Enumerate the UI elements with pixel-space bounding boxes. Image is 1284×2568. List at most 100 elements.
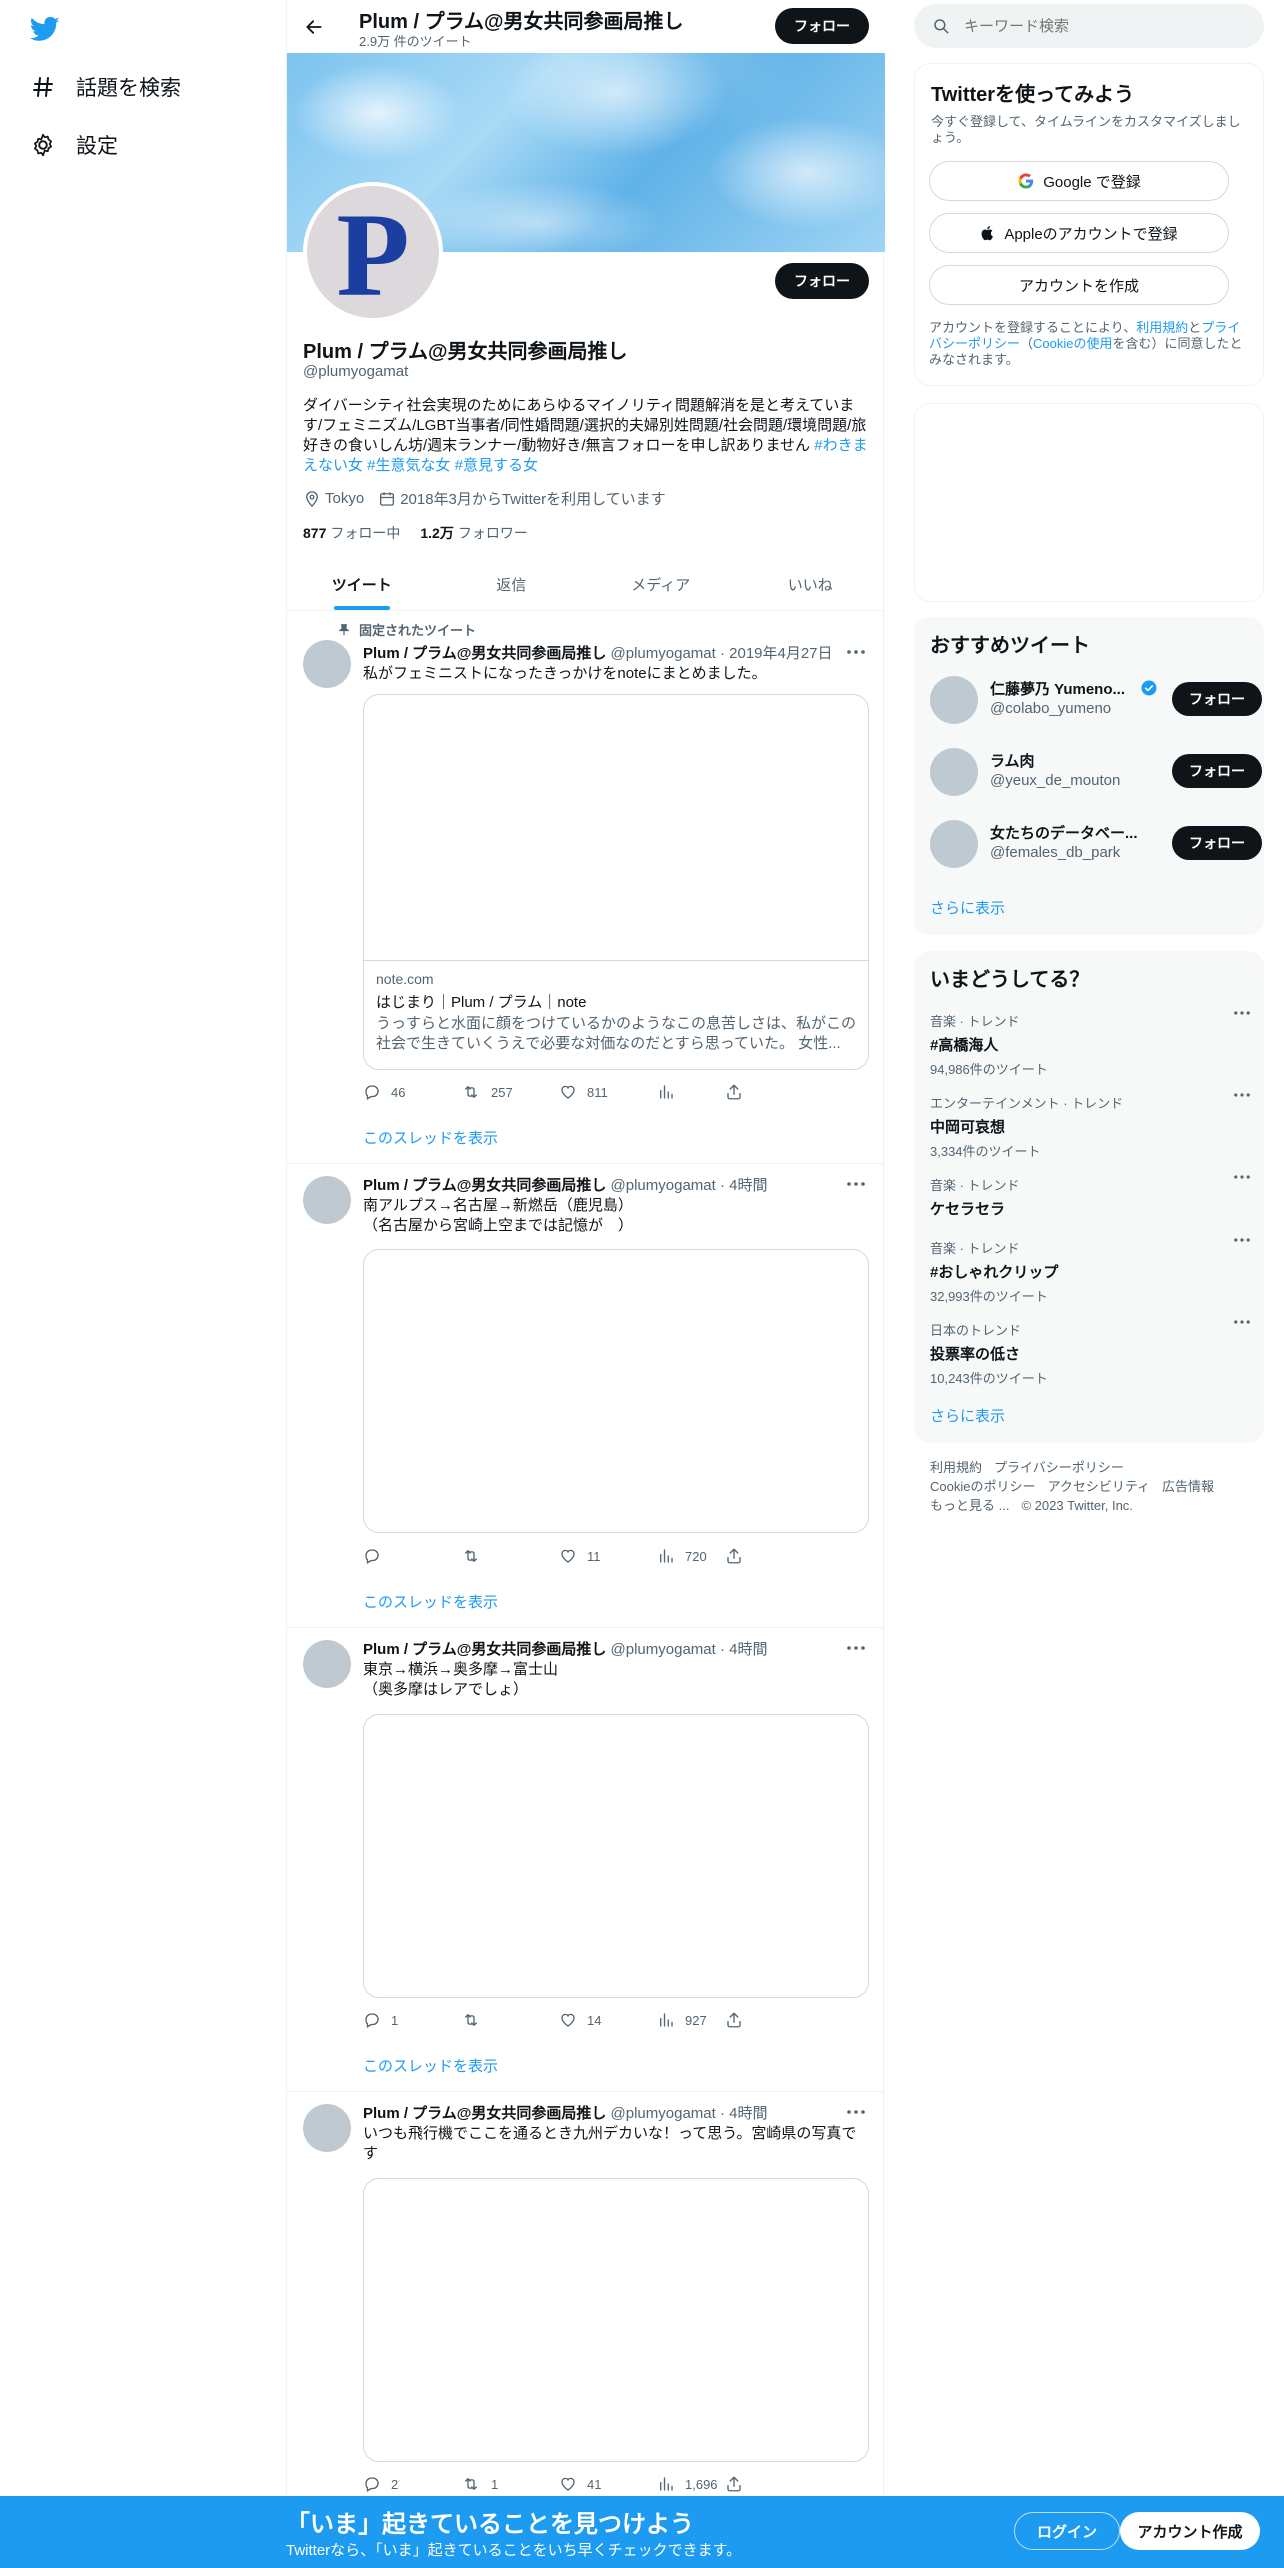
following-link[interactable]: 877 フォロー中 (303, 523, 400, 543)
tweet-media[interactable] (363, 1249, 869, 1533)
trends-panel: いまどうしてる？ 音楽 · トレンド #高橋海人 94,986件のツイート エン… (914, 951, 1264, 1443)
tab-tweets[interactable]: ツイート (287, 558, 437, 610)
verified-badge-icon (1141, 680, 1157, 696)
follow-button[interactable]: フォロー (1172, 754, 1262, 788)
more-options-icon[interactable] (845, 2102, 867, 2122)
share-button[interactable] (725, 1546, 755, 1566)
retweet-button[interactable]: 1 (461, 2474, 559, 2494)
reply-button[interactable]: 2 (363, 2474, 461, 2494)
tweet-media[interactable] (363, 1714, 869, 1998)
trend-item[interactable]: エンターテインメント · トレンド 中岡可哀想 3,334件のツイート (930, 1093, 1250, 1160)
search-box[interactable] (914, 4, 1264, 48)
sidebar-item-explore[interactable]: 話題を検索 (28, 67, 181, 107)
back-arrow-icon[interactable] (299, 12, 329, 42)
retweet-button[interactable] (461, 2010, 559, 2030)
avatar[interactable] (930, 820, 978, 868)
footer-link[interactable]: Cookieのポリシー (930, 1479, 1035, 1494)
reply-button[interactable]: 46 (363, 1082, 461, 1102)
views-chart-icon (660, 1549, 673, 1563)
profile-avatar[interactable]: P (303, 182, 443, 322)
tweet-item[interactable]: Plum / プラム@男女共同参画局推し @plumyogamat · 4時間 … (287, 1164, 885, 1628)
show-thread-link[interactable]: このスレッドを表示 (363, 2055, 498, 2076)
footer-link[interactable]: 広告情報 (1162, 1479, 1214, 1494)
link-card[interactable]: note.com はじまり｜Plum / プラム｜note うっすらと水面に顔を… (363, 694, 869, 1070)
tab-likes[interactable]: いいね (736, 558, 886, 610)
tweet-author-name[interactable]: Plum / プラム@男女共同参画局推し (363, 645, 606, 662)
share-button[interactable] (725, 2474, 755, 2494)
tweet-media[interactable] (363, 2178, 869, 2462)
tweet-avatar[interactable] (303, 1640, 351, 1688)
followers-link[interactable]: 1.2万 フォロワー (420, 523, 527, 543)
reply-button[interactable] (363, 1546, 461, 1566)
share-button[interactable] (725, 1082, 755, 1102)
tweet-author-name[interactable]: Plum / プラム@男女共同参画局推し (363, 2105, 606, 2122)
more-options-icon[interactable] (845, 1638, 867, 1658)
tweet-item[interactable]: 固定されたツイート Plum / プラム@男女共同参画局推し @plumyoga… (287, 612, 885, 1164)
terms-link[interactable]: 利用規約 (1136, 320, 1188, 335)
views-button[interactable] (657, 1082, 725, 1102)
recommended-user[interactable]: 女たちのデータベー... @females_db_park フォロー (930, 816, 1262, 872)
avatar[interactable] (930, 676, 978, 724)
views-button[interactable]: 720 (657, 1546, 725, 1566)
retweet-icon (465, 2014, 477, 2026)
tweet-avatar[interactable] (303, 1176, 351, 1224)
footer-link[interactable]: 利用規約 (930, 1460, 982, 1475)
follow-button[interactable]: フォロー (1172, 826, 1262, 860)
trend-item[interactable]: 音楽 · トレンド #高橋海人 94,986件のツイート (930, 1011, 1250, 1078)
retweet-button[interactable] (461, 1546, 559, 1566)
twitter-logo-icon[interactable] (28, 14, 62, 44)
trend-item[interactable]: 音楽 · トレンド ケセラセラ (930, 1175, 1250, 1219)
like-button[interactable]: 11 (559, 1546, 657, 1566)
signup-description: 今すぐ登録して、タイムラインをカスタマイズしましょう。 (931, 114, 1241, 145)
footer-link[interactable]: プライバシーポリシー (994, 1460, 1124, 1475)
trend-count: 10,243件のツイート (930, 1371, 1048, 1386)
follow-button[interactable]: フォロー (1172, 682, 1262, 716)
tweet-avatar[interactable] (303, 640, 351, 688)
footer-link[interactable]: もっと見る ... (930, 1498, 1009, 1513)
recommended-user[interactable]: ラム肉 @yeux_de_mouton フォロー (930, 744, 1262, 800)
tweet-author-name[interactable]: Plum / プラム@男女共同参画局推し (363, 1177, 606, 1194)
more-options-icon (1234, 1175, 1250, 1179)
views-button[interactable]: 927 (657, 2010, 725, 2030)
google-signup-button[interactable]: Google で登録 (929, 161, 1229, 201)
search-input[interactable] (964, 17, 1224, 35)
recommended-user[interactable]: 仁藤夢乃 Yumeno... @colabo_yumeno フォロー (930, 672, 1262, 728)
like-button[interactable]: 41 (559, 2474, 657, 2494)
tab-replies[interactable]: 返信 (437, 558, 587, 610)
trend-topic: #おしゃれクリップ (930, 1264, 1059, 1281)
retweet-button[interactable]: 257 (461, 1082, 559, 1102)
header-follow-button[interactable]: フォロー (775, 8, 869, 44)
login-button[interactable]: ログイン (1014, 2512, 1120, 2550)
tab-media[interactable]: メディア (586, 558, 736, 610)
create-account-button[interactable]: アカウントを作成 (929, 265, 1229, 305)
card-title: はじまり｜Plum / プラム｜note (376, 994, 587, 1011)
show-thread-link[interactable]: このスレッドを表示 (363, 1591, 498, 1612)
reply-button[interactable]: 1 (363, 2010, 461, 2030)
like-button[interactable]: 14 (559, 2010, 657, 2030)
trend-item[interactable]: 音楽 · トレンド #おしゃれクリップ 32,993件のツイート (930, 1238, 1250, 1305)
sidebar-item-label: 設定 (76, 135, 118, 158)
cookie-link[interactable]: Cookieの使用 (1033, 336, 1112, 351)
footer-link[interactable]: アクセシビリティ (1047, 1479, 1150, 1494)
show-more-link[interactable]: さらに表示 (930, 1405, 1005, 1426)
tweet-item[interactable]: Plum / プラム@男女共同参画局推し @plumyogamat · 4時間 … (287, 2092, 885, 2496)
share-icon (727, 2476, 741, 2492)
views-button[interactable]: 1,696 (657, 2474, 725, 2494)
recommended-panel: おすすめツイート 仁藤夢乃 Yumeno... @colabo_yumeno フ… (914, 617, 1264, 935)
like-button[interactable]: 811 (559, 1082, 657, 1102)
share-button[interactable] (725, 2010, 755, 2030)
more-options-icon[interactable] (845, 642, 867, 662)
show-more-link[interactable]: さらに表示 (930, 897, 1005, 918)
avatar[interactable] (930, 748, 978, 796)
tweet-avatar[interactable] (303, 2104, 351, 2152)
signup-button[interactable]: アカウント作成 (1120, 2512, 1260, 2550)
apple-signup-button[interactable]: Appleのアカウントで登録 (929, 213, 1229, 253)
tweet-actions: 11 720 (363, 1546, 793, 1566)
tweet-item[interactable]: Plum / プラム@男女共同参画局推し @plumyogamat · 4時間 … (287, 1628, 885, 2092)
sidebar-item-settings[interactable]: 設定 (28, 125, 118, 165)
more-options-icon[interactable] (845, 1174, 867, 1194)
trend-item[interactable]: 日本のトレンド 投票率の低さ 10,243件のツイート (930, 1320, 1250, 1387)
show-thread-link[interactable]: このスレッドを表示 (363, 1127, 498, 1148)
profile-follow-button[interactable]: フォロー (775, 263, 869, 299)
tweet-author-name[interactable]: Plum / プラム@男女共同参画局推し (363, 1641, 606, 1658)
